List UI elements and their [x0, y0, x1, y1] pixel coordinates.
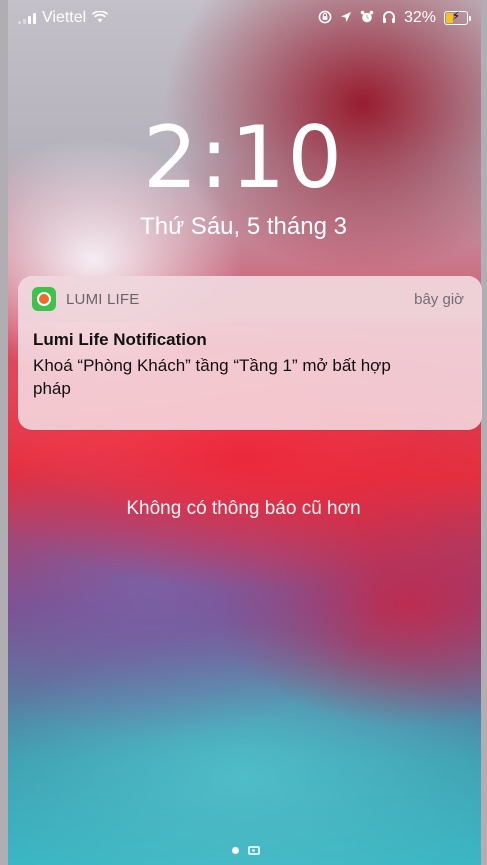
notification-app-name: LUMI LIFE — [66, 290, 140, 308]
wifi-icon — [92, 10, 109, 25]
notification-title: Lumi Life Notification — [33, 330, 207, 349]
headphones-icon — [382, 10, 396, 26]
status-bar: Viettel 32% ⚡ — [8, 9, 479, 31]
page-dot — [232, 847, 239, 854]
battery-percent: 32% — [403, 9, 436, 26]
notification-body: Khoá “Phòng Khách” tầng “Tầng 1” mở bất … — [33, 356, 391, 398]
lock-screen-time: 2:10 — [142, 108, 345, 208]
battery-charging-icon: ⚡ — [444, 9, 471, 25]
lumi-life-app-icon — [32, 287, 56, 311]
notification-card[interactable]: LUMI LIFE bây giờ Lumi Life Notification… — [18, 276, 482, 430]
no-older-notifications: Không có thông báo cũ hơn — [126, 498, 361, 519]
page-indicator — [232, 846, 260, 855]
notification-time: bây giờ — [414, 290, 464, 308]
screen-lock-icon — [318, 10, 332, 26]
alarm-icon — [360, 10, 374, 26]
camera-icon[interactable] — [248, 846, 260, 855]
lock-screen-date: Thứ Sáu, 5 tháng 3 — [140, 213, 347, 240]
location-icon — [340, 11, 352, 25]
signal-icon — [18, 12, 36, 24]
carrier-name: Viettel — [42, 9, 87, 26]
notification-header: LUMI LIFE bây giờ — [18, 276, 482, 322]
